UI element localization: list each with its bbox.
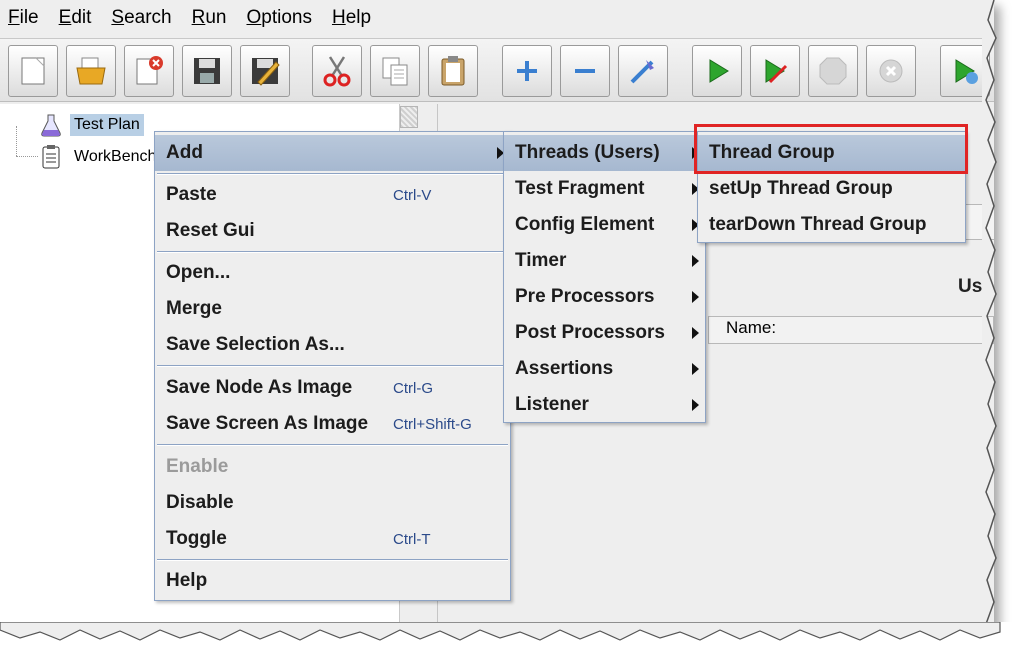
collapse-icon — [575, 69, 595, 73]
flask-icon — [41, 114, 61, 137]
menu-item-pre-processors[interactable]: Pre Processors — [504, 279, 705, 315]
submenu-arrow-icon — [692, 255, 699, 267]
shutdown-icon — [879, 59, 903, 83]
save-icon — [194, 58, 220, 84]
menu-item-assertions[interactable]: Assertions — [504, 351, 705, 387]
stop-icon — [819, 57, 847, 85]
menu-item-reset-gui[interactable]: Reset Gui — [155, 213, 510, 249]
close-file-button[interactable] — [124, 45, 174, 97]
menu-item-teardown-thread-group[interactable]: tearDown Thread Group — [698, 207, 965, 243]
cut-icon — [323, 56, 351, 87]
menu-file[interactable]: File — [8, 7, 39, 29]
menu-item-timer[interactable]: Timer — [504, 243, 705, 279]
menu-item-open[interactable]: Open... — [155, 255, 510, 291]
menu-item-post-processors[interactable]: Post Processors — [504, 315, 705, 351]
copy-icon — [382, 57, 408, 86]
menu-item-listener[interactable]: Listener — [504, 387, 705, 423]
start-icon — [709, 59, 729, 83]
torn-edge-right — [982, 0, 997, 640]
splitter-grip[interactable] — [400, 106, 418, 128]
paste-icon — [441, 56, 465, 86]
jmeter-window: File Edit Search Run Options Help Test P… — [0, 0, 994, 640]
menu-item-merge[interactable]: Merge — [155, 291, 510, 327]
shutdown-button[interactable] — [866, 45, 916, 97]
tree-node-workbench[interactable]: WorkBench — [38, 144, 160, 170]
open-button[interactable] — [66, 45, 116, 97]
start-no-pauses-button[interactable] — [750, 45, 800, 97]
menu-item-config-element[interactable]: Config Element — [504, 207, 705, 243]
menu-item-add[interactable]: Add — [155, 135, 510, 171]
cut-button[interactable] — [312, 45, 362, 97]
toggle-icon — [630, 60, 654, 84]
menu-item-threads-users[interactable]: Threads (Users) — [504, 135, 705, 171]
new-icon — [21, 57, 45, 85]
open-icon — [76, 57, 106, 85]
annotation-highlight-box — [694, 124, 968, 174]
menu-options[interactable]: Options — [246, 7, 311, 29]
tree-node-label: WorkBench — [74, 148, 157, 165]
menu-item-help[interactable]: Help — [155, 563, 510, 599]
menu-item-save-screen-as-image[interactable]: Save Screen As Image Ctrl+Shift-G — [155, 406, 510, 442]
torn-edge-bottom — [0, 622, 1024, 663]
copy-button[interactable] — [370, 45, 420, 97]
menu-run[interactable]: Run — [192, 7, 227, 29]
collapse-all-button[interactable] — [560, 45, 610, 97]
remote-start-icon — [955, 59, 978, 84]
menu-item-setup-thread-group[interactable]: setUp Thread Group — [698, 171, 965, 207]
tree-node-label: Test Plan — [70, 114, 144, 136]
tree-connector — [16, 156, 38, 157]
menu-edit[interactable]: Edit — [59, 7, 92, 29]
name-label: Name: — [726, 318, 777, 337]
menu-item-save-node-as-image[interactable]: Save Node As Image Ctrl-G — [155, 370, 510, 406]
tree-node-test-plan[interactable]: Test Plan — [38, 112, 144, 138]
toolbar — [0, 38, 994, 102]
toggle-button[interactable] — [618, 45, 668, 97]
menu-search[interactable]: Search — [111, 7, 171, 29]
menu-item-paste[interactable]: Paste Ctrl-V — [155, 177, 510, 213]
menu-item-disable[interactable]: Disable — [155, 485, 510, 521]
clipboard-icon — [42, 145, 60, 169]
add-submenu: Threads (Users) Test Fragment Config Ele… — [503, 131, 706, 423]
submenu-arrow-icon — [692, 327, 699, 339]
save-as-button[interactable] — [240, 45, 290, 97]
start-button[interactable] — [692, 45, 742, 97]
menu-item-save-selection-as[interactable]: Save Selection As... — [155, 327, 510, 363]
partial-label: Us — [958, 276, 983, 297]
submenu-arrow-icon — [692, 363, 699, 375]
menu-help[interactable]: Help — [332, 7, 371, 29]
menu-item-enable: Enable — [166, 456, 229, 477]
menu-bar: File Edit Search Run Options Help — [0, 0, 994, 36]
save-as-icon — [252, 58, 280, 86]
new-button[interactable] — [8, 45, 58, 97]
submenu-arrow-icon — [692, 399, 699, 411]
expand-all-button[interactable] — [502, 45, 552, 97]
submenu-arrow-icon — [692, 291, 699, 303]
stop-button[interactable] — [808, 45, 858, 97]
save-button[interactable] — [182, 45, 232, 97]
start-no-pauses-icon — [765, 59, 788, 84]
close-file-icon — [136, 56, 163, 85]
paste-button[interactable] — [428, 45, 478, 97]
tree-connector — [16, 126, 17, 156]
context-menu: Add Paste Ctrl-V Reset Gui Open... Merge … — [154, 131, 511, 601]
expand-icon — [517, 61, 537, 81]
menu-item-toggle[interactable]: Toggle Ctrl-T — [155, 521, 510, 557]
menu-item-test-fragment[interactable]: Test Fragment — [504, 171, 705, 207]
